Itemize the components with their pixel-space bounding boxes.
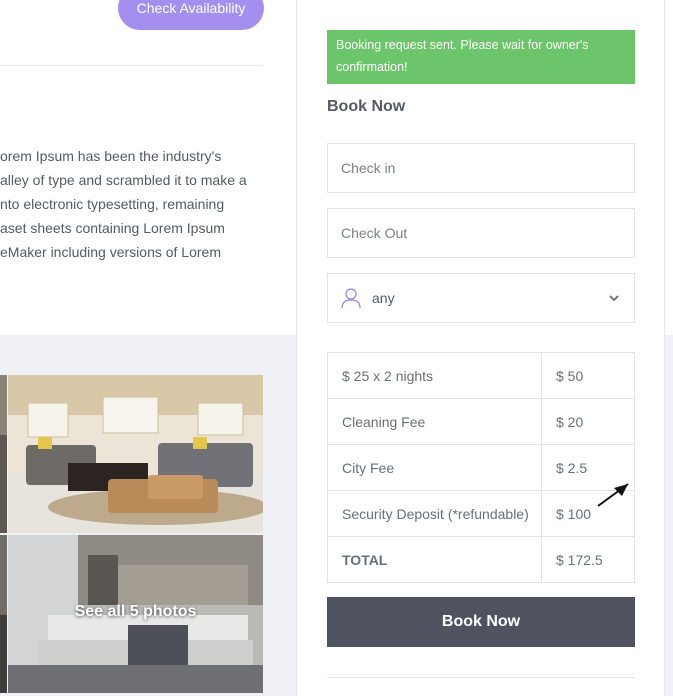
guests-value: any (372, 290, 395, 306)
gallery-photo-partial[interactable] (0, 535, 7, 693)
divider (327, 677, 635, 678)
table-row-total: TOTAL $ 172.5 (327, 536, 635, 583)
price-amount: $ 172.5 (541, 536, 635, 583)
check-out-field[interactable]: Check Out (327, 208, 635, 258)
description-line: alley of type and scrambled it to make a (0, 172, 247, 188)
booking-sidebar: Booking request sent. Please wait for ow… (296, 0, 665, 696)
price-breakdown-table: $ 25 x 2 nights $ 50 Cleaning Fee $ 20 C… (327, 352, 635, 583)
check-in-field[interactable]: Check in (327, 143, 635, 193)
user-icon (341, 288, 361, 309)
chevron-down-icon (609, 295, 619, 302)
table-row: Cleaning Fee $ 20 (327, 398, 635, 445)
price-label: City Fee (327, 444, 542, 491)
check-out-placeholder: Check Out (341, 225, 408, 241)
listing-description: orem Ipsum has been the industry's alley… (0, 144, 290, 264)
price-label: Cleaning Fee (327, 398, 542, 445)
description-line: aset sheets containing Lorem Ipsum (0, 220, 225, 236)
divider (0, 65, 262, 66)
guests-select[interactable]: any (327, 273, 635, 323)
booking-success-alert: Booking request sent. Please wait for ow… (327, 30, 635, 84)
book-now-button[interactable]: Book Now (327, 597, 635, 647)
price-label: TOTAL (327, 536, 542, 583)
description-line: orem Ipsum has been the industry's (0, 148, 222, 164)
table-row: City Fee $ 2.5 (327, 444, 635, 491)
price-label: Security Deposit (*refundable) (327, 490, 542, 537)
check-in-placeholder: Check in (341, 160, 396, 176)
gallery-photo-living-room[interactable] (8, 375, 263, 533)
arrow-icon (597, 483, 629, 507)
gallery-photo-partial[interactable] (0, 375, 7, 533)
description-line: nto electronic typesetting, remaining (0, 196, 225, 212)
check-availability-button[interactable]: Check Availability (118, 0, 264, 30)
price-amount: $ 50 (541, 352, 635, 399)
see-all-photos-link[interactable]: See all 5 photos (8, 603, 263, 621)
price-amount: $ 20 (541, 398, 635, 445)
price-label: $ 25 x 2 nights (327, 352, 542, 399)
table-row: Security Deposit (*refundable) $ 100 (327, 490, 635, 537)
book-now-heading: Book Now (327, 98, 406, 115)
description-line: eMaker including versions of Lorem (0, 244, 221, 260)
table-row: $ 25 x 2 nights $ 50 (327, 352, 635, 399)
